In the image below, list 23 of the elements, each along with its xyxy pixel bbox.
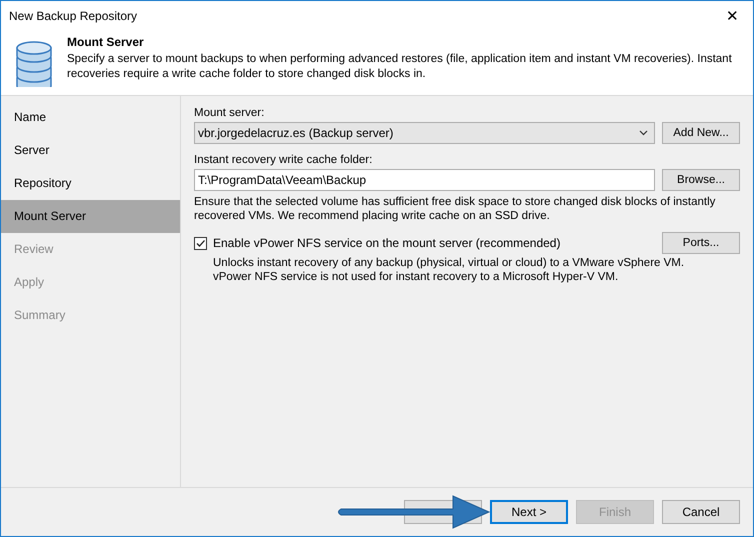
mount-server-dropdown[interactable]: vbr.jorgedelacruz.es (Backup server) xyxy=(194,122,655,144)
sidebar-item[interactable]: Repository xyxy=(1,167,180,200)
browse-button[interactable]: Browse... xyxy=(662,169,740,191)
dropdown-caret-icon xyxy=(639,130,648,136)
field-label: Instant recovery write cache folder: xyxy=(194,154,374,166)
next-button[interactable]: Next > xyxy=(490,500,568,524)
close-button[interactable]: ✕ xyxy=(720,7,745,25)
cache-folder-field[interactable]: T:\ProgramData\Veeam\Backup xyxy=(194,169,655,191)
add-new-button[interactable]: Add New... xyxy=(662,122,740,144)
hint-text: Ensure that the selected volume has sufficient free disk space to store changed disk blocks of instantly recovered VMs. We recommend placing write cache on an SSD drive. xyxy=(194,195,716,223)
cancel-button[interactable]: Cancel xyxy=(662,500,740,524)
page-title: Mount Server xyxy=(67,35,145,49)
sidebar-item[interactable]: Name xyxy=(1,101,180,134)
hint-text: Unlocks instant recovery of any backup (physical, virtual or cloud) to a VMware vSphere VM. vPower NFS service is not used for instant recovery to a Microsoft Hyper-V VM. xyxy=(212,256,686,284)
checkbox-label: Enable vPower NFS service on the mount server (recommended) xyxy=(213,236,560,250)
window-title: New Backup Repository xyxy=(9,9,138,23)
page-description: Specify a server to mount backups to when performing advanced restores (file, application item and instant VM recoveries). Instant recoveries require a write cache folder to store changed disk blocks in. xyxy=(67,52,733,82)
sidebar-item[interactable]: Mount Server xyxy=(1,200,180,233)
checkbox[interactable] xyxy=(194,236,207,250)
sidebar-item[interactable]: Server xyxy=(1,134,180,167)
field-label: Mount server: xyxy=(194,107,266,119)
database-icon xyxy=(15,41,53,87)
ports-button[interactable]: Ports... xyxy=(662,232,740,254)
